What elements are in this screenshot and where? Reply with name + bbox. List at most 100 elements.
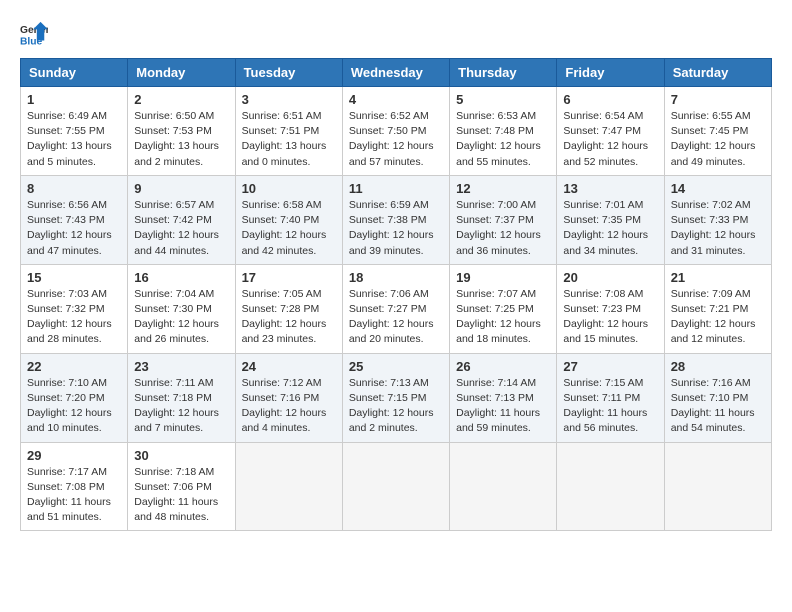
sunrise-label: Sunrise: 7:17 AM xyxy=(27,466,107,478)
sunrise-label: Sunrise: 6:57 AM xyxy=(134,199,214,211)
daylight-label: Daylight: 12 hours and 26 minutes. xyxy=(134,318,219,345)
calendar-cell: 20 Sunrise: 7:08 AM Sunset: 7:23 PM Dayl… xyxy=(557,264,664,353)
daylight-label: Daylight: 13 hours and 0 minutes. xyxy=(242,140,327,167)
calendar-cell: 16 Sunrise: 7:04 AM Sunset: 7:30 PM Dayl… xyxy=(128,264,235,353)
calendar-cell: 4 Sunrise: 6:52 AM Sunset: 7:50 PM Dayli… xyxy=(342,87,449,176)
daylight-label: Daylight: 12 hours and 44 minutes. xyxy=(134,229,219,256)
cell-content: Sunrise: 7:15 AM Sunset: 7:11 PM Dayligh… xyxy=(563,376,657,437)
sunset-label: Sunset: 7:42 PM xyxy=(134,214,212,226)
sunrise-label: Sunrise: 6:58 AM xyxy=(242,199,322,211)
calendar-cell: 28 Sunrise: 7:16 AM Sunset: 7:10 PM Dayl… xyxy=(664,353,771,442)
sunrise-label: Sunrise: 7:10 AM xyxy=(27,377,107,389)
day-number: 23 xyxy=(134,359,228,374)
calendar-cell xyxy=(450,442,557,531)
daylight-label: Daylight: 11 hours and 48 minutes. xyxy=(134,496,218,523)
calendar-cell: 2 Sunrise: 6:50 AM Sunset: 7:53 PM Dayli… xyxy=(128,87,235,176)
cell-content: Sunrise: 7:04 AM Sunset: 7:30 PM Dayligh… xyxy=(134,287,228,348)
sunrise-label: Sunrise: 6:55 AM xyxy=(671,110,751,122)
daylight-label: Daylight: 12 hours and 23 minutes. xyxy=(242,318,327,345)
cell-content: Sunrise: 7:07 AM Sunset: 7:25 PM Dayligh… xyxy=(456,287,550,348)
daylight-label: Daylight: 12 hours and 15 minutes. xyxy=(563,318,648,345)
sunrise-label: Sunrise: 6:59 AM xyxy=(349,199,429,211)
sunrise-label: Sunrise: 7:00 AM xyxy=(456,199,536,211)
calendar-cell xyxy=(342,442,449,531)
calendar-cell xyxy=(235,442,342,531)
sunset-label: Sunset: 7:40 PM xyxy=(242,214,320,226)
day-number: 19 xyxy=(456,270,550,285)
cell-content: Sunrise: 7:13 AM Sunset: 7:15 PM Dayligh… xyxy=(349,376,443,437)
sunset-label: Sunset: 7:37 PM xyxy=(456,214,534,226)
sunrise-label: Sunrise: 7:11 AM xyxy=(134,377,213,389)
day-number: 21 xyxy=(671,270,765,285)
calendar-cell: 24 Sunrise: 7:12 AM Sunset: 7:16 PM Dayl… xyxy=(235,353,342,442)
daylight-label: Daylight: 12 hours and 47 minutes. xyxy=(27,229,112,256)
calendar-cell: 27 Sunrise: 7:15 AM Sunset: 7:11 PM Dayl… xyxy=(557,353,664,442)
cell-content: Sunrise: 6:59 AM Sunset: 7:38 PM Dayligh… xyxy=(349,198,443,259)
sunrise-label: Sunrise: 7:09 AM xyxy=(671,288,751,300)
daylight-label: Daylight: 12 hours and 52 minutes. xyxy=(563,140,648,167)
sunrise-label: Sunrise: 7:12 AM xyxy=(242,377,322,389)
logo-icon: General Blue xyxy=(20,20,48,48)
sunset-label: Sunset: 7:13 PM xyxy=(456,392,534,404)
calendar-cell: 6 Sunrise: 6:54 AM Sunset: 7:47 PM Dayli… xyxy=(557,87,664,176)
day-number: 11 xyxy=(349,181,443,196)
cell-content: Sunrise: 7:01 AM Sunset: 7:35 PM Dayligh… xyxy=(563,198,657,259)
cell-content: Sunrise: 6:57 AM Sunset: 7:42 PM Dayligh… xyxy=(134,198,228,259)
daylight-label: Daylight: 12 hours and 18 minutes. xyxy=(456,318,541,345)
calendar-table: SundayMondayTuesdayWednesdayThursdayFrid… xyxy=(20,58,772,531)
daylight-label: Daylight: 12 hours and 28 minutes. xyxy=(27,318,112,345)
daylight-label: Daylight: 12 hours and 39 minutes. xyxy=(349,229,434,256)
cell-content: Sunrise: 7:09 AM Sunset: 7:21 PM Dayligh… xyxy=(671,287,765,348)
calendar-cell: 19 Sunrise: 7:07 AM Sunset: 7:25 PM Dayl… xyxy=(450,264,557,353)
cell-content: Sunrise: 7:00 AM Sunset: 7:37 PM Dayligh… xyxy=(456,198,550,259)
cell-content: Sunrise: 7:02 AM Sunset: 7:33 PM Dayligh… xyxy=(671,198,765,259)
sunset-label: Sunset: 7:21 PM xyxy=(671,303,749,315)
cell-content: Sunrise: 7:14 AM Sunset: 7:13 PM Dayligh… xyxy=(456,376,550,437)
calendar-cell: 22 Sunrise: 7:10 AM Sunset: 7:20 PM Dayl… xyxy=(21,353,128,442)
sunrise-label: Sunrise: 7:03 AM xyxy=(27,288,107,300)
sunset-label: Sunset: 7:18 PM xyxy=(134,392,212,404)
calendar-week-row: 15 Sunrise: 7:03 AM Sunset: 7:32 PM Dayl… xyxy=(21,264,772,353)
cell-content: Sunrise: 7:03 AM Sunset: 7:32 PM Dayligh… xyxy=(27,287,121,348)
sunset-label: Sunset: 7:32 PM xyxy=(27,303,105,315)
day-number: 24 xyxy=(242,359,336,374)
sunrise-label: Sunrise: 7:13 AM xyxy=(349,377,429,389)
day-number: 10 xyxy=(242,181,336,196)
day-number: 16 xyxy=(134,270,228,285)
sunrise-label: Sunrise: 7:18 AM xyxy=(134,466,214,478)
cell-content: Sunrise: 6:55 AM Sunset: 7:45 PM Dayligh… xyxy=(671,109,765,170)
sunrise-label: Sunrise: 6:52 AM xyxy=(349,110,429,122)
sunrise-label: Sunrise: 7:16 AM xyxy=(671,377,751,389)
sunset-label: Sunset: 7:06 PM xyxy=(134,481,212,493)
day-number: 20 xyxy=(563,270,657,285)
calendar-cell: 23 Sunrise: 7:11 AM Sunset: 7:18 PM Dayl… xyxy=(128,353,235,442)
day-number: 6 xyxy=(563,92,657,107)
day-number: 17 xyxy=(242,270,336,285)
calendar-cell: 8 Sunrise: 6:56 AM Sunset: 7:43 PM Dayli… xyxy=(21,175,128,264)
sunset-label: Sunset: 7:35 PM xyxy=(563,214,641,226)
sunset-label: Sunset: 7:08 PM xyxy=(27,481,105,493)
day-number: 26 xyxy=(456,359,550,374)
sunrise-label: Sunrise: 6:49 AM xyxy=(27,110,107,122)
sunset-label: Sunset: 7:11 PM xyxy=(563,392,640,404)
day-number: 27 xyxy=(563,359,657,374)
sunset-label: Sunset: 7:23 PM xyxy=(563,303,641,315)
sunrise-label: Sunrise: 7:06 AM xyxy=(349,288,429,300)
sunset-label: Sunset: 7:53 PM xyxy=(134,125,212,137)
daylight-label: Daylight: 11 hours and 56 minutes. xyxy=(563,407,647,434)
sunset-label: Sunset: 7:25 PM xyxy=(456,303,534,315)
sunrise-label: Sunrise: 6:50 AM xyxy=(134,110,214,122)
calendar-cell: 18 Sunrise: 7:06 AM Sunset: 7:27 PM Dayl… xyxy=(342,264,449,353)
day-number: 5 xyxy=(456,92,550,107)
calendar-cell: 3 Sunrise: 6:51 AM Sunset: 7:51 PM Dayli… xyxy=(235,87,342,176)
day-number: 22 xyxy=(27,359,121,374)
logo: General Blue xyxy=(20,20,48,48)
sunrise-label: Sunrise: 6:56 AM xyxy=(27,199,107,211)
sunset-label: Sunset: 7:30 PM xyxy=(134,303,212,315)
calendar-cell: 13 Sunrise: 7:01 AM Sunset: 7:35 PM Dayl… xyxy=(557,175,664,264)
daylight-label: Daylight: 13 hours and 2 minutes. xyxy=(134,140,219,167)
calendar-cell: 9 Sunrise: 6:57 AM Sunset: 7:42 PM Dayli… xyxy=(128,175,235,264)
calendar-cell: 17 Sunrise: 7:05 AM Sunset: 7:28 PM Dayl… xyxy=(235,264,342,353)
daylight-label: Daylight: 12 hours and 2 minutes. xyxy=(349,407,434,434)
calendar-cell: 11 Sunrise: 6:59 AM Sunset: 7:38 PM Dayl… xyxy=(342,175,449,264)
